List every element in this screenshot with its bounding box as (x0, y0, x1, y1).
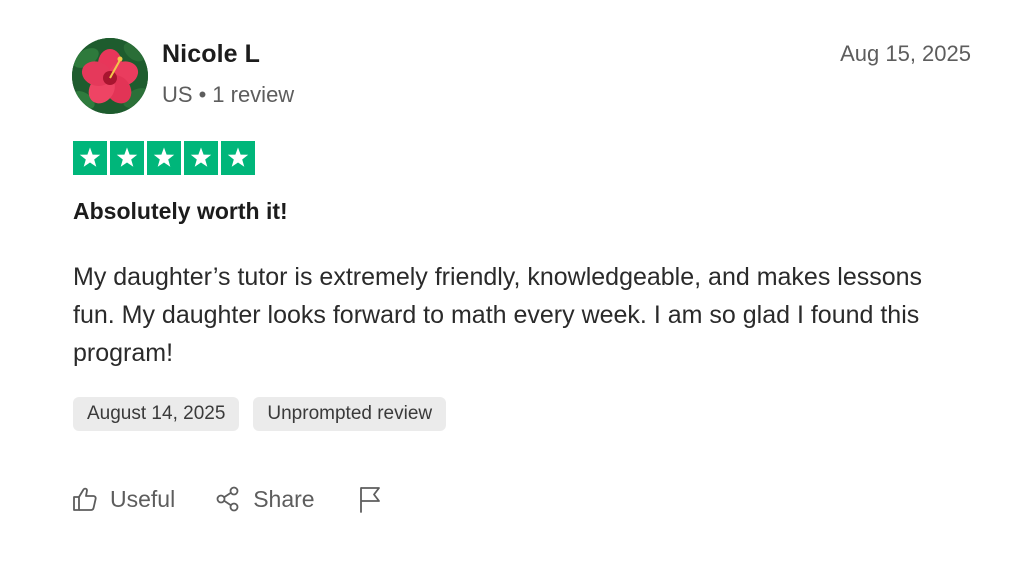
share-icon (216, 486, 239, 512)
share-button[interactable]: Share (215, 485, 315, 513)
reviewer-review-count: 1 review (212, 82, 295, 107)
review-title: Absolutely worth it! (73, 198, 288, 224)
reviewer-meta: US • 1 review (162, 82, 294, 108)
share-label: Share (253, 485, 315, 512)
flag-icon (359, 487, 380, 513)
hibiscus-flower-avatar-icon (72, 38, 148, 114)
useful-button[interactable]: Useful (72, 486, 175, 513)
review-card: Nicole L US • 1 review Aug 15, 2025 Absolu… (0, 0, 1024, 564)
star-3 (147, 141, 181, 175)
review-date: Aug 15, 2025 (840, 41, 971, 66)
unprompted-review-tag[interactable]: Unprompted review (253, 397, 447, 431)
star-5 (221, 141, 255, 175)
star-rating (73, 141, 255, 175)
star-icon (153, 147, 175, 167)
experience-date-tag: August 14, 2025 (73, 397, 240, 431)
report-button[interactable] (357, 485, 383, 513)
reviewer-country: US (162, 82, 193, 107)
star-icon (116, 147, 138, 167)
star-icon (190, 147, 212, 167)
thumbs-up-icon (73, 487, 97, 511)
reviewer-name[interactable]: Nicole L (162, 40, 260, 69)
star-icon (227, 147, 249, 167)
avatar[interactable] (72, 38, 148, 114)
useful-label: Useful (110, 485, 176, 512)
star-1 (73, 141, 107, 175)
star-4 (184, 141, 218, 175)
review-actions: Useful Share (72, 482, 383, 516)
star-2 (110, 141, 144, 175)
review-body: My daughter’s tutor is extremely friendl… (73, 263, 923, 367)
review-tags: August 14, 2025 Unprompted review (73, 397, 447, 431)
star-icon (79, 147, 101, 167)
meta-separator: • (198, 82, 207, 107)
